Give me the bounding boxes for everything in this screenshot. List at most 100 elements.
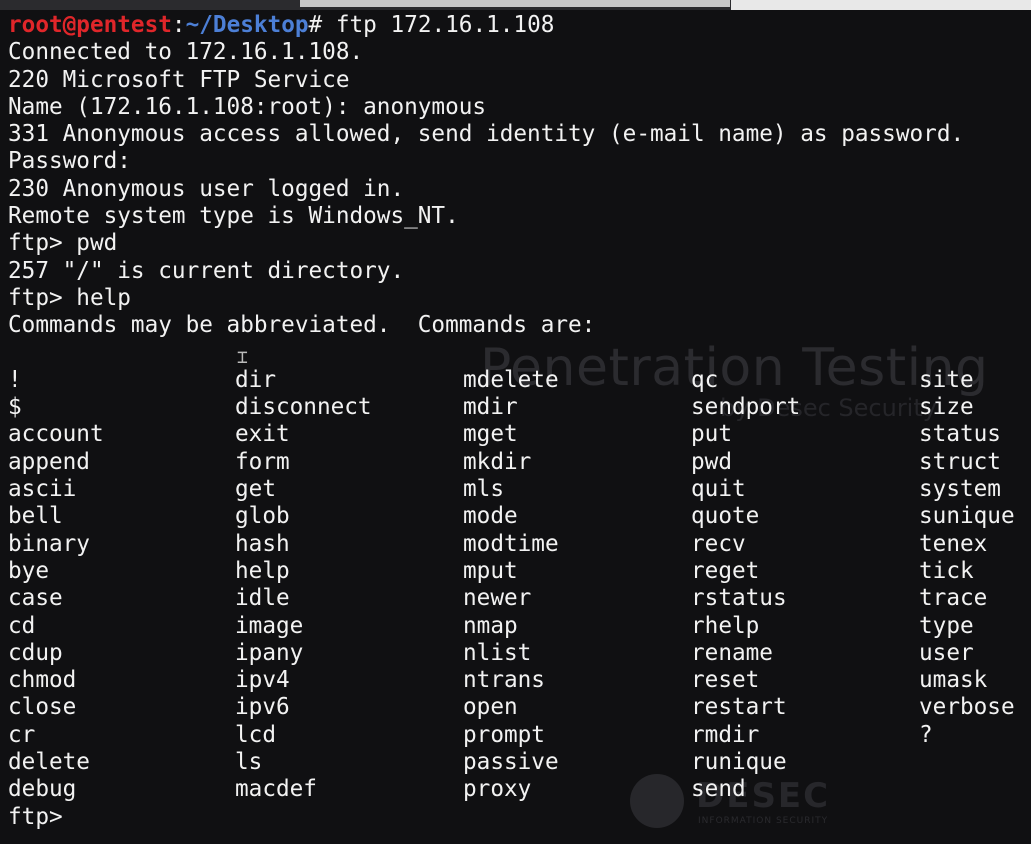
command-name: ascii xyxy=(8,476,77,503)
ftp-prompt: ftp> xyxy=(8,803,77,830)
command-name: ls xyxy=(235,749,263,776)
terminal-output[interactable]: root@pentest:~/Desktop# ftp 172.16.1.108… xyxy=(8,12,1028,831)
command-name: struct xyxy=(919,448,1001,475)
command-name: bell xyxy=(8,503,63,530)
output-line: Remote system type is Windows_NT. xyxy=(8,203,459,230)
command-name: close xyxy=(8,694,77,721)
top-bar-tab xyxy=(300,0,730,7)
output-line: Commands may be abbreviated. Commands ar… xyxy=(8,312,596,339)
command-name: ? xyxy=(919,721,933,748)
commands-row: close ipv6 open restart verbose xyxy=(8,694,1028,721)
command-name: site xyxy=(919,366,974,393)
output-lines: Connected to 172.16.1.108. 220 Microsoft … xyxy=(8,39,1028,339)
window-top-bar xyxy=(0,0,1031,10)
command-name: nlist xyxy=(463,639,532,666)
command-name: rename xyxy=(691,639,773,666)
command-name: exit xyxy=(235,421,290,448)
commands-row: cdup ipany nlist rename user xyxy=(8,640,1028,667)
prompt-path: ~/Desktop xyxy=(185,12,309,38)
command-name: ! xyxy=(8,366,22,393)
command-name: mdir xyxy=(463,394,518,421)
command-name: trace xyxy=(919,585,988,612)
command-name: $ xyxy=(8,394,22,421)
command-name: ipv4 xyxy=(235,667,290,694)
command-name: tenex xyxy=(919,530,988,557)
commands-row: append form mkdir pwd struct xyxy=(8,449,1028,476)
command-name: system xyxy=(919,476,1001,503)
command-name: hash xyxy=(235,530,290,557)
command-name: disconnect xyxy=(235,394,372,421)
command-name: umask xyxy=(919,667,988,694)
output-line: ftp> pwd xyxy=(8,230,118,257)
commands-row: bye help mput reget tick xyxy=(8,558,1028,585)
commands-row: $ disconnect mdir sendport size xyxy=(8,394,1028,421)
prompt-separator: : xyxy=(171,12,186,38)
command-name: binary xyxy=(8,530,90,557)
typed-command: ftp 172.16.1.108 xyxy=(335,12,555,38)
output-line: 257 "/" is current directory. xyxy=(8,257,405,284)
command-name: chmod xyxy=(8,667,77,694)
command-name: account xyxy=(8,421,104,448)
commands-row: ! dir mdelete qc site xyxy=(8,367,1028,394)
command-name: lcd xyxy=(235,721,276,748)
command-name: form xyxy=(235,448,290,475)
output-line: ftp> help xyxy=(8,284,131,311)
command-name: type xyxy=(919,612,974,639)
commands-row: debug macdef proxy send xyxy=(8,776,1028,803)
command-name: bye xyxy=(8,557,49,584)
commands-row: ascii get mls quit system xyxy=(8,476,1028,503)
output-line: Password: xyxy=(8,148,131,175)
commands-row: cd image nmap rhelp type xyxy=(8,613,1028,640)
command-name: sendport xyxy=(691,394,801,421)
commands-row: case idle newer rstatus trace xyxy=(8,585,1028,612)
command-name: runique xyxy=(691,749,787,776)
command-name: mdelete xyxy=(463,366,559,393)
command-name: dir xyxy=(235,366,276,393)
command-name: nmap xyxy=(463,612,518,639)
command-name: image xyxy=(235,612,304,639)
command-name: modtime xyxy=(463,530,559,557)
commands-row: binary hash modtime recv tenex xyxy=(8,531,1028,558)
command-name: rstatus xyxy=(691,585,787,612)
command-name: ipany xyxy=(235,639,304,666)
command-name: user xyxy=(919,639,974,666)
command-name: prompt xyxy=(463,721,545,748)
output-line: Connected to 172.16.1.108. xyxy=(8,39,364,66)
command-name: mget xyxy=(463,421,518,448)
command-name: tick xyxy=(919,557,974,584)
command-name: quote xyxy=(691,503,760,530)
command-name: recv xyxy=(691,530,746,557)
command-name: mode xyxy=(463,503,518,530)
command-name: glob xyxy=(235,503,290,530)
command-name: reset xyxy=(691,667,760,694)
command-name: verbose xyxy=(919,694,1015,721)
command-name: rmdir xyxy=(691,721,760,748)
command-name: sunique xyxy=(919,503,1015,530)
command-name: rhelp xyxy=(691,612,760,639)
prompt-user: root@pentest xyxy=(8,12,172,38)
command-name: cdup xyxy=(8,639,63,666)
commands-row: account exit mget put status xyxy=(8,421,1028,448)
command-name: help xyxy=(235,557,290,584)
command-name: mput xyxy=(463,557,518,584)
ftp-prompt-line[interactable]: ftp> xyxy=(8,804,1028,831)
command-name: cd xyxy=(8,612,36,639)
command-name: ntrans xyxy=(463,667,545,694)
command-name: mls xyxy=(463,476,504,503)
commands-row: cr lcd prompt rmdir? xyxy=(8,722,1028,749)
command-name: ipv6 xyxy=(235,694,290,721)
output-line: 220 Microsoft FTP Service xyxy=(8,66,350,93)
command-name: cr xyxy=(8,721,36,748)
command-name: get xyxy=(235,476,276,503)
command-name: append xyxy=(8,448,90,475)
command-name: reget xyxy=(691,557,760,584)
command-name: size xyxy=(919,394,974,421)
command-name: pwd xyxy=(691,448,732,475)
top-bar-tab-light xyxy=(731,0,1031,10)
command-name: status xyxy=(919,421,1001,448)
command-name: open xyxy=(463,694,518,721)
command-name: case xyxy=(8,585,63,612)
command-name: macdef xyxy=(235,776,317,803)
text-cursor-icon: ⌶ xyxy=(237,347,248,368)
